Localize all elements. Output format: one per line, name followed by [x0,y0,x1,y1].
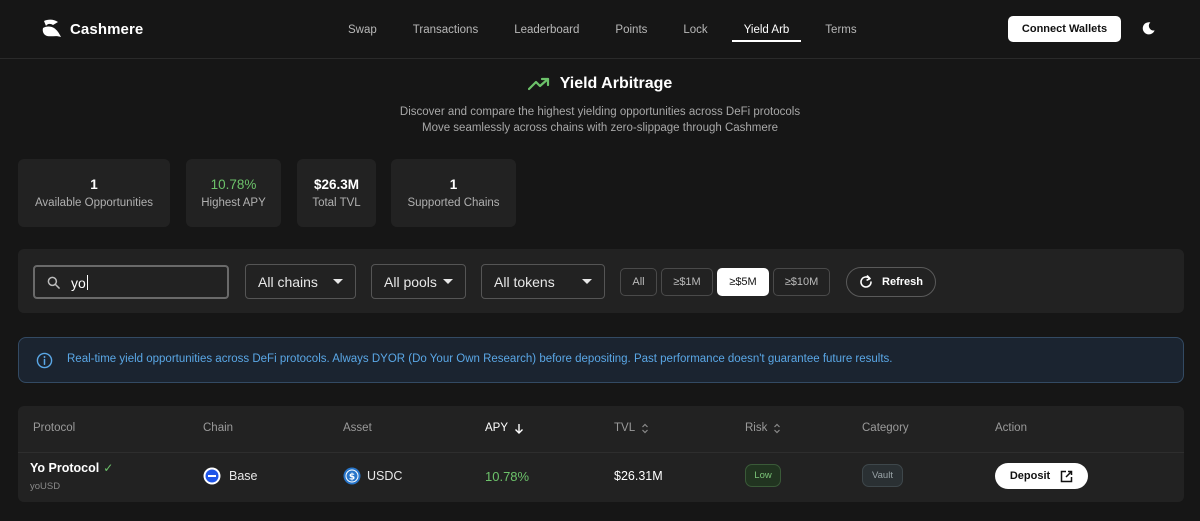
stat-total-tvl: $26.3M Total TVL [297,159,376,227]
refresh-label: Refresh [882,276,923,288]
protocol-name[interactable]: Yo Protocol ✓ [30,461,113,475]
brand-logo[interactable]: Cashmere [40,17,143,41]
moon-icon[interactable] [1141,21,1156,36]
nav-yield-arb[interactable]: Yield Arb [726,0,808,59]
column-header-category: Category [862,422,909,434]
page-title: Yield Arbitrage [0,75,1200,93]
tvl-filter-10m[interactable]: ≥$10M [773,268,830,296]
chevron-down-icon [333,279,343,284]
apy-value: 10.78% [485,469,530,484]
base-chain-icon [203,467,221,485]
cashmere-logo-icon [42,19,61,37]
pools-select[interactable]: All pools [371,264,466,299]
column-header-asset[interactable]: Asset [343,422,372,434]
search-icon [47,276,60,289]
stat-value: 1 [90,177,98,192]
header-divider [18,452,1184,453]
stat-value: $26.3M [313,177,360,192]
protocol-pool: yoUSD [30,481,61,492]
nav-leaderboard[interactable]: Leaderboard [496,0,597,59]
stat-label: Total TVL [312,197,361,209]
category-badge: Vault [862,464,903,487]
tokens-select-value: All tokens [494,273,555,290]
stat-available-opportunities: 1 Available Opportunities [18,159,170,227]
info-icon [36,352,53,369]
main-nav: Swap Transactions Leaderboard Points Loc… [330,0,875,59]
external-link-icon [1060,470,1073,482]
stat-label: Available Opportunities [34,197,154,209]
asset-cell: $ USDC [343,467,402,485]
tvl-filter-1m[interactable]: ≥$1M [661,268,713,296]
chevron-down-icon [582,279,592,284]
refresh-button[interactable]: Refresh [846,267,936,297]
page-subtitle-2: Move seamlessly across chains with zero-… [421,122,779,134]
deposit-button[interactable]: Deposit [995,463,1088,489]
nav-transactions[interactable]: Transactions [395,0,496,59]
stat-label: Supported Chains [407,197,500,209]
asset-name: USDC [367,469,403,483]
column-header-protocol[interactable]: Protocol [33,422,75,434]
stat-value: 10.78% [210,177,257,192]
column-header-risk[interactable]: Risk [745,422,781,434]
pools-select-value: All pools [384,273,437,290]
tvl-filter-5m[interactable]: ≥$5M [717,268,769,296]
stat-value: 1 [449,177,458,192]
trending-up-icon [527,77,549,91]
column-header-apy[interactable]: APY [485,422,524,434]
stat-label: Highest APY [201,197,266,209]
filter-panel: yo All chains All pools All tokens All ≥… [18,249,1184,313]
verified-check-icon: ✓ [103,461,114,475]
connect-wallets-button[interactable]: Connect Wallets [1008,16,1121,42]
column-header-tvl-label: TVL [614,422,636,434]
column-header-chain[interactable]: Chain [203,422,233,434]
page-title-text: Yield Arbitrage [559,75,673,92]
chains-select-value: All chains [258,273,318,290]
page-subtitle-1: Discover and compare the highest yieldin… [399,106,801,118]
sort-icon [642,423,649,433]
nav-terms[interactable]: Terms [807,0,874,59]
svg-text:$: $ [349,473,355,483]
chain-cell: Base [203,467,258,485]
chevron-down-icon [443,279,453,284]
search-value: yo [71,275,88,291]
refresh-icon [860,275,872,288]
stat-highest-apy: 10.78% Highest APY [186,159,281,227]
top-header: Cashmere Swap Transactions Leaderboard P… [0,0,1200,59]
info-banner: Real-time yield opportunities across DeF… [18,337,1184,383]
column-header-apy-label: APY [485,422,509,434]
tvl-value: $26.31M [614,469,663,483]
usdc-token-icon: $ [343,467,361,485]
search-input[interactable]: yo [33,265,229,299]
chains-select[interactable]: All chains [245,264,356,299]
stat-supported-chains: 1 Supported Chains [391,159,516,227]
brand-name: Cashmere [70,20,144,38]
nav-swap[interactable]: Swap [330,0,395,59]
tvl-filter-all[interactable]: All [620,268,657,296]
deposit-label: Deposit [1009,470,1051,482]
chain-name: Base [229,469,258,483]
column-header-risk-label: Risk [745,422,768,434]
tokens-select[interactable]: All tokens [481,264,605,299]
sort-desc-icon [515,423,524,434]
protocol-name-text: Yo Protocol [30,461,100,475]
column-header-tvl[interactable]: TVL [614,422,649,434]
nav-points[interactable]: Points [597,0,665,59]
info-banner-text: Real-time yield opportunities across DeF… [67,353,893,365]
risk-badge: Low [745,464,781,487]
sort-icon [774,423,781,433]
column-header-action: Action [995,422,1027,434]
yield-table: Protocol Chain Asset APY TVL Risk Catego… [18,406,1184,502]
nav-lock[interactable]: Lock [665,0,725,59]
